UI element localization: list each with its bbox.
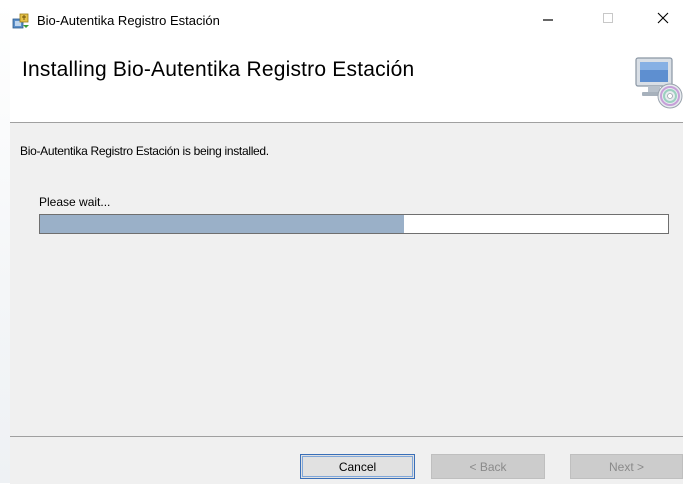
minimize-button[interactable] [525, 0, 571, 40]
close-icon [656, 11, 670, 30]
title-bar[interactable]: Bio-Autentika Registro Estación [10, 0, 683, 40]
header-band: Installing Bio-Autentika Registro Estaci… [10, 40, 683, 123]
computer-cd-icon [632, 54, 683, 110]
progress-bar-fill [40, 215, 405, 233]
button-bar: Cancel < Back Next > [10, 436, 683, 484]
installer-icon [12, 13, 30, 29]
next-button: Next > [570, 454, 683, 479]
maximize-button [585, 0, 631, 40]
cancel-button[interactable]: Cancel [300, 454, 415, 479]
close-button[interactable] [640, 0, 683, 40]
maximize-icon [602, 11, 614, 29]
minimize-icon [542, 11, 554, 29]
progress-label: Please wait... [39, 195, 111, 209]
progress-bar [39, 214, 669, 234]
page-title: Installing Bio-Autentika Registro Estaci… [22, 58, 415, 81]
status-message: Bio-Autentika Registro Estación is being… [20, 144, 269, 158]
installer-window: Bio-Autentika Registro Estación Installi… [10, 0, 683, 484]
content-area: Bio-Autentika Registro Estación is being… [10, 123, 683, 436]
window-title: Bio-Autentika Registro Estación [37, 13, 220, 28]
back-button: < Back [431, 454, 545, 479]
